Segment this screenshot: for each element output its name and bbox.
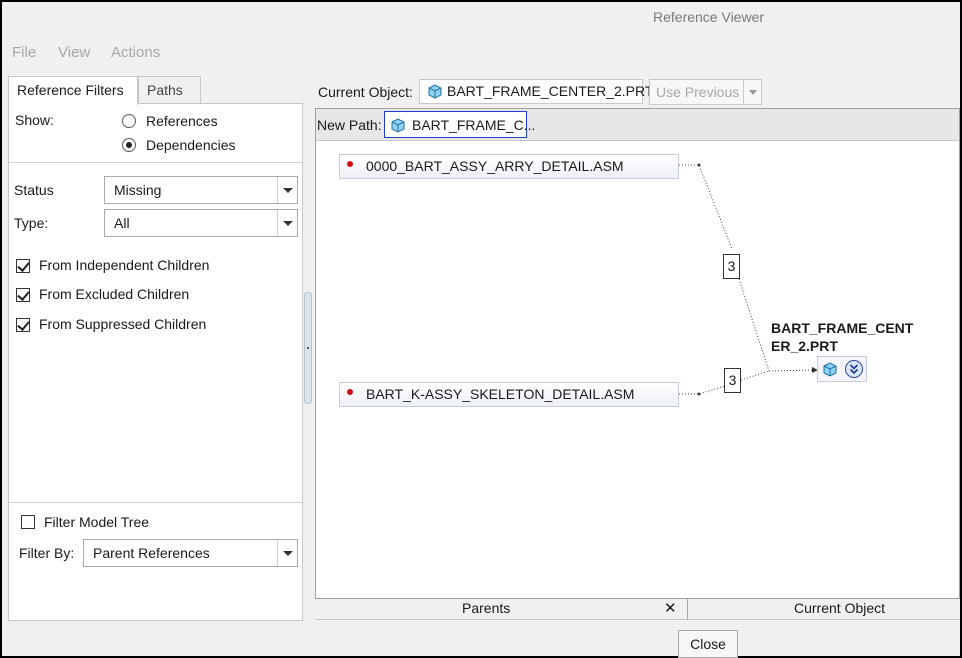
reference-viewer-window: Reference Viewer File View Actions Refer… (0, 0, 962, 658)
radio-references[interactable] (122, 114, 136, 128)
divider (687, 599, 688, 620)
use-previous-label: Use Previous (656, 84, 740, 100)
parent-node-name: 0000_BART_ASSY_ARRY_DETAIL.ASM (366, 158, 624, 174)
divider (743, 80, 744, 104)
reference-filters-panel: Show: References Dependencies Status Mis… (8, 103, 303, 621)
reference-count-badge[interactable]: 3 (723, 254, 740, 279)
close-icon[interactable]: ✕ (664, 599, 677, 617)
filter-by-select[interactable]: Parent References (83, 539, 298, 567)
parent-node[interactable]: 0000_BART_ASSY_ARRY_DETAIL.ASM (339, 154, 679, 179)
menu-view[interactable]: View (58, 44, 90, 61)
radio-dependencies[interactable] (122, 138, 136, 152)
title-bar: Reference Viewer (2, 2, 960, 34)
menu-bar: File View Actions (2, 40, 960, 68)
current-object-node-title: BART_FRAME_CENTER_2.PRT (771, 320, 914, 354)
window-title: Reference Viewer (653, 9, 765, 25)
checkbox-independent-children[interactable] (16, 259, 30, 273)
panel-splitter-handle[interactable] (304, 292, 312, 404)
checkbox-excluded-children[interactable] (16, 288, 30, 302)
status-dot-icon (347, 389, 353, 395)
checkbox-suppressed-children-label: From Suppressed Children (39, 316, 207, 332)
radio-dependencies-label: Dependencies (146, 137, 236, 153)
divider (9, 162, 302, 163)
reference-graph-canvas[interactable]: New Path: BART_FRAME_C... 0000_BART_ASSY… (315, 108, 960, 599)
parent-node-name: BART_K-ASSY_SKELETON_DETAIL.ASM (366, 386, 635, 402)
checkbox-excluded-children-label: From Excluded Children (39, 286, 190, 302)
radio-references-label: References (146, 113, 218, 129)
current-object-label: Current Object: (318, 84, 413, 100)
checkbox-independent-children-label: From Independent Children (39, 257, 210, 273)
chevron-down-icon (277, 177, 297, 203)
use-previous-button[interactable]: Use Previous (649, 79, 762, 105)
filter-model-tree-label: Filter Model Tree (44, 514, 150, 530)
current-object-field[interactable]: BART_FRAME_CENTER_2.PRT (419, 79, 653, 104)
checkbox-suppressed-children[interactable] (16, 318, 30, 332)
close-button[interactable]: Close (678, 630, 738, 658)
type-select[interactable]: All (104, 209, 298, 237)
filter-by-select-value: Parent References (93, 545, 210, 561)
parent-node[interactable]: BART_K-ASSY_SKELETON_DETAIL.ASM (339, 382, 679, 407)
current-object-value: BART_FRAME_CENTER_2.PRT (447, 83, 654, 99)
show-label: Show: (15, 112, 54, 128)
expand-chevron-icon[interactable] (845, 360, 863, 378)
part-cube-icon (823, 362, 837, 377)
tab-current-object[interactable]: Current Object (794, 600, 885, 616)
current-object-node[interactable] (817, 356, 867, 382)
status-select[interactable]: Missing (104, 176, 298, 204)
type-label: Type: (14, 215, 49, 231)
type-select-value: All (114, 215, 130, 231)
tab-paths[interactable]: Paths (138, 76, 201, 104)
part-cube-icon (428, 84, 442, 99)
reference-count-badge[interactable]: 3 (724, 368, 741, 393)
bottom-tabs: Parents ✕ Current Object (315, 599, 960, 620)
status-dot-icon (347, 161, 353, 167)
chevron-down-icon[interactable] (749, 90, 757, 95)
filter-by-label: Filter By: (19, 545, 75, 561)
left-tabs: Reference Filters Paths (8, 76, 303, 105)
divider (9, 502, 302, 503)
menu-file[interactable]: File (12, 44, 36, 61)
chevron-down-icon (277, 540, 297, 566)
menu-actions[interactable]: Actions (111, 44, 160, 61)
status-label: Status (14, 182, 54, 198)
chevron-down-icon (277, 210, 297, 236)
status-select-value: Missing (114, 182, 162, 198)
checkbox-filter-model-tree[interactable] (21, 515, 35, 529)
tab-reference-filters[interactable]: Reference Filters (8, 76, 138, 105)
tab-parents[interactable]: Parents (462, 600, 510, 616)
